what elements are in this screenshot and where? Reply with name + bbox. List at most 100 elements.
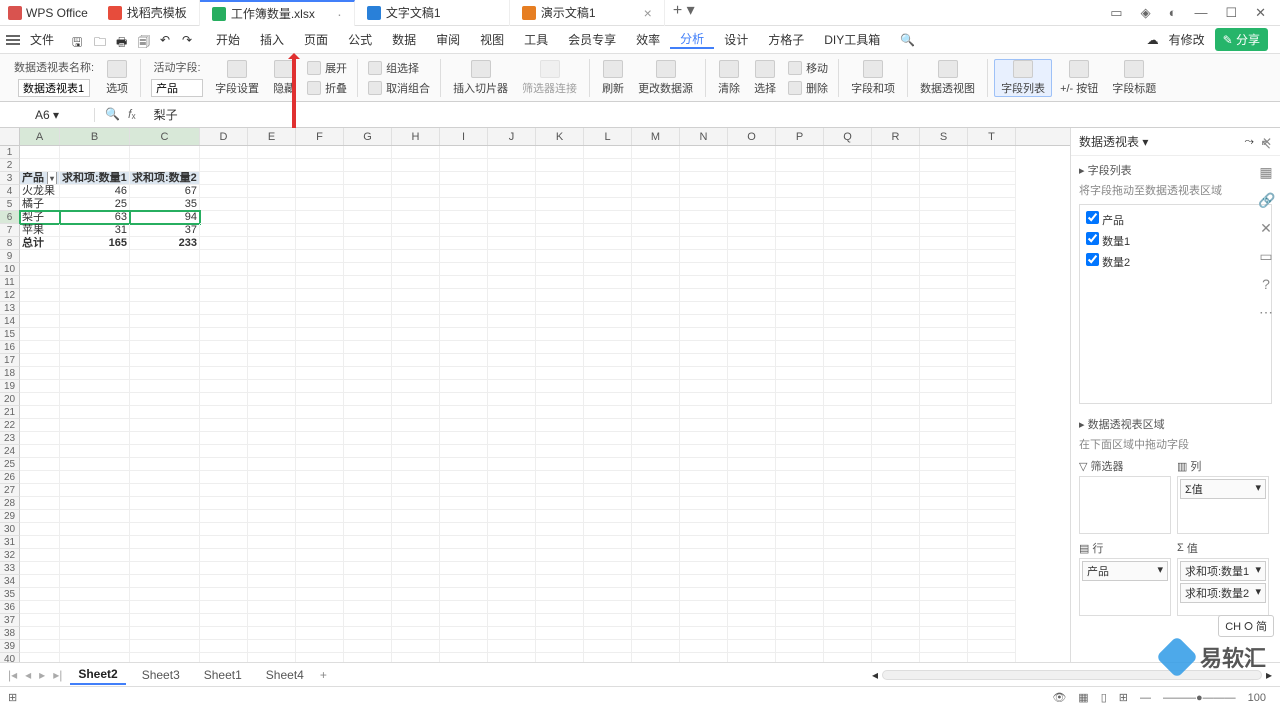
cell[interactable]: 233 [130, 237, 200, 250]
pivot-header[interactable]: 产品▾ [20, 172, 60, 185]
cell[interactable] [20, 276, 60, 289]
menu-start[interactable]: 开始 [206, 31, 250, 48]
filter-area[interactable] [1079, 476, 1171, 534]
refresh-button[interactable]: 刷新 [596, 60, 630, 96]
row-header[interactable]: 32 [0, 549, 20, 562]
cell[interactable] [60, 445, 130, 458]
row-header[interactable]: 17 [0, 354, 20, 367]
cell[interactable] [60, 432, 130, 445]
close-icon[interactable]: · [337, 6, 342, 22]
zoom-out-icon[interactable]: — [1134, 692, 1157, 704]
cell[interactable] [60, 250, 130, 263]
cell[interactable] [130, 159, 200, 172]
row-header[interactable]: 9 [0, 250, 20, 263]
field-list-box[interactable]: 产品 数量1 数量2 [1079, 204, 1272, 404]
cell[interactable] [130, 146, 200, 159]
cloud-icon[interactable]: ☁ [1147, 33, 1159, 47]
row-header[interactable]: 40 [0, 653, 20, 662]
save-icon[interactable]: 🖫 [72, 33, 86, 47]
cell[interactable] [60, 315, 130, 328]
cell[interactable] [20, 432, 60, 445]
cell[interactable] [60, 328, 130, 341]
col-header[interactable]: T [968, 128, 1016, 145]
menu-analyze[interactable]: 分析 [670, 30, 714, 49]
cell[interactable] [60, 458, 130, 471]
row-header[interactable]: 1 [0, 146, 20, 159]
menu-tools[interactable]: 工具 [514, 31, 558, 48]
cell[interactable] [60, 510, 130, 523]
collapse-button[interactable]: 折叠 [303, 79, 351, 97]
cell[interactable]: 67 [130, 185, 200, 198]
cell[interactable]: 25 [60, 198, 130, 211]
zoom-value[interactable]: 100 [1242, 692, 1272, 704]
cell[interactable] [130, 614, 200, 627]
col-header[interactable]: B [60, 128, 130, 145]
cell[interactable] [130, 510, 200, 523]
col-header[interactable]: F [296, 128, 344, 145]
menu-diy[interactable]: DIY工具箱 [814, 31, 890, 48]
sheet-nav-next[interactable]: ▸ [39, 668, 45, 682]
cell[interactable] [60, 393, 130, 406]
cell[interactable]: 火龙果 [20, 185, 60, 198]
cell[interactable]: 165 [60, 237, 130, 250]
row-header[interactable]: 16 [0, 341, 20, 354]
menu-view[interactable]: 视图 [470, 31, 514, 48]
ungroup-button[interactable]: 取消组合 [364, 79, 434, 97]
cell[interactable] [20, 471, 60, 484]
search-fx-icon[interactable]: 🔍 [105, 107, 120, 122]
cell[interactable] [20, 588, 60, 601]
undo-icon[interactable]: ↶ [160, 33, 174, 47]
search-icon[interactable]: 🔍 [900, 33, 915, 47]
cell[interactable] [130, 250, 200, 263]
sheet-tab[interactable]: Sheet3 [134, 666, 188, 684]
cell-reference[interactable]: A6 ▾ [0, 108, 95, 122]
val-area[interactable]: 求和项:数量1▾ 求和项:数量2▾ [1177, 558, 1269, 616]
fields-items-button[interactable]: 字段和项 [845, 60, 901, 96]
cell[interactable] [20, 510, 60, 523]
cell[interactable] [60, 159, 130, 172]
cell[interactable] [130, 393, 200, 406]
cell[interactable]: 94 [130, 211, 200, 224]
menu-insert[interactable]: 插入 [250, 31, 294, 48]
col-header[interactable]: H [392, 128, 440, 145]
cell[interactable] [130, 276, 200, 289]
more-icon[interactable]: ⋯ [1258, 304, 1274, 320]
cell[interactable] [130, 380, 200, 393]
cell[interactable] [60, 484, 130, 497]
formula-input[interactable]: 梨子 [146, 106, 1280, 123]
row-header[interactable]: 11 [0, 276, 20, 289]
row-header[interactable]: 31 [0, 536, 20, 549]
cell[interactable] [20, 315, 60, 328]
row-header[interactable]: 4 [0, 185, 20, 198]
cell[interactable] [60, 601, 130, 614]
cell[interactable] [20, 523, 60, 536]
cell[interactable] [20, 419, 60, 432]
cell[interactable] [60, 341, 130, 354]
col-header[interactable]: J [488, 128, 536, 145]
cell[interactable] [20, 289, 60, 302]
sheet-nav-prev[interactable]: ◂ [25, 668, 31, 682]
expand-button[interactable]: 展开 [303, 59, 351, 77]
row-header[interactable]: 21 [0, 406, 20, 419]
col-header[interactable]: Q [824, 128, 872, 145]
cell[interactable] [60, 614, 130, 627]
cell[interactable] [20, 445, 60, 458]
col-header[interactable]: O [728, 128, 776, 145]
open-icon[interactable]: 🗀 [94, 33, 108, 47]
cell[interactable] [60, 406, 130, 419]
cell[interactable] [60, 549, 130, 562]
pivot-icon[interactable]: ▦ [1258, 164, 1274, 180]
cell[interactable] [20, 263, 60, 276]
cell[interactable] [20, 250, 60, 263]
cell[interactable] [20, 575, 60, 588]
cell[interactable] [130, 341, 200, 354]
tab-ppt[interactable]: 演示文稿1 × [510, 0, 665, 26]
print-icon[interactable]: 🖶 [116, 33, 130, 47]
row-header[interactable]: 26 [0, 471, 20, 484]
cell[interactable]: 63 [60, 211, 130, 224]
cell[interactable] [130, 575, 200, 588]
tools-icon[interactable]: ✕ [1258, 220, 1274, 236]
cell[interactable] [20, 653, 60, 662]
row-header[interactable]: 33 [0, 562, 20, 575]
row-header[interactable]: 12 [0, 289, 20, 302]
